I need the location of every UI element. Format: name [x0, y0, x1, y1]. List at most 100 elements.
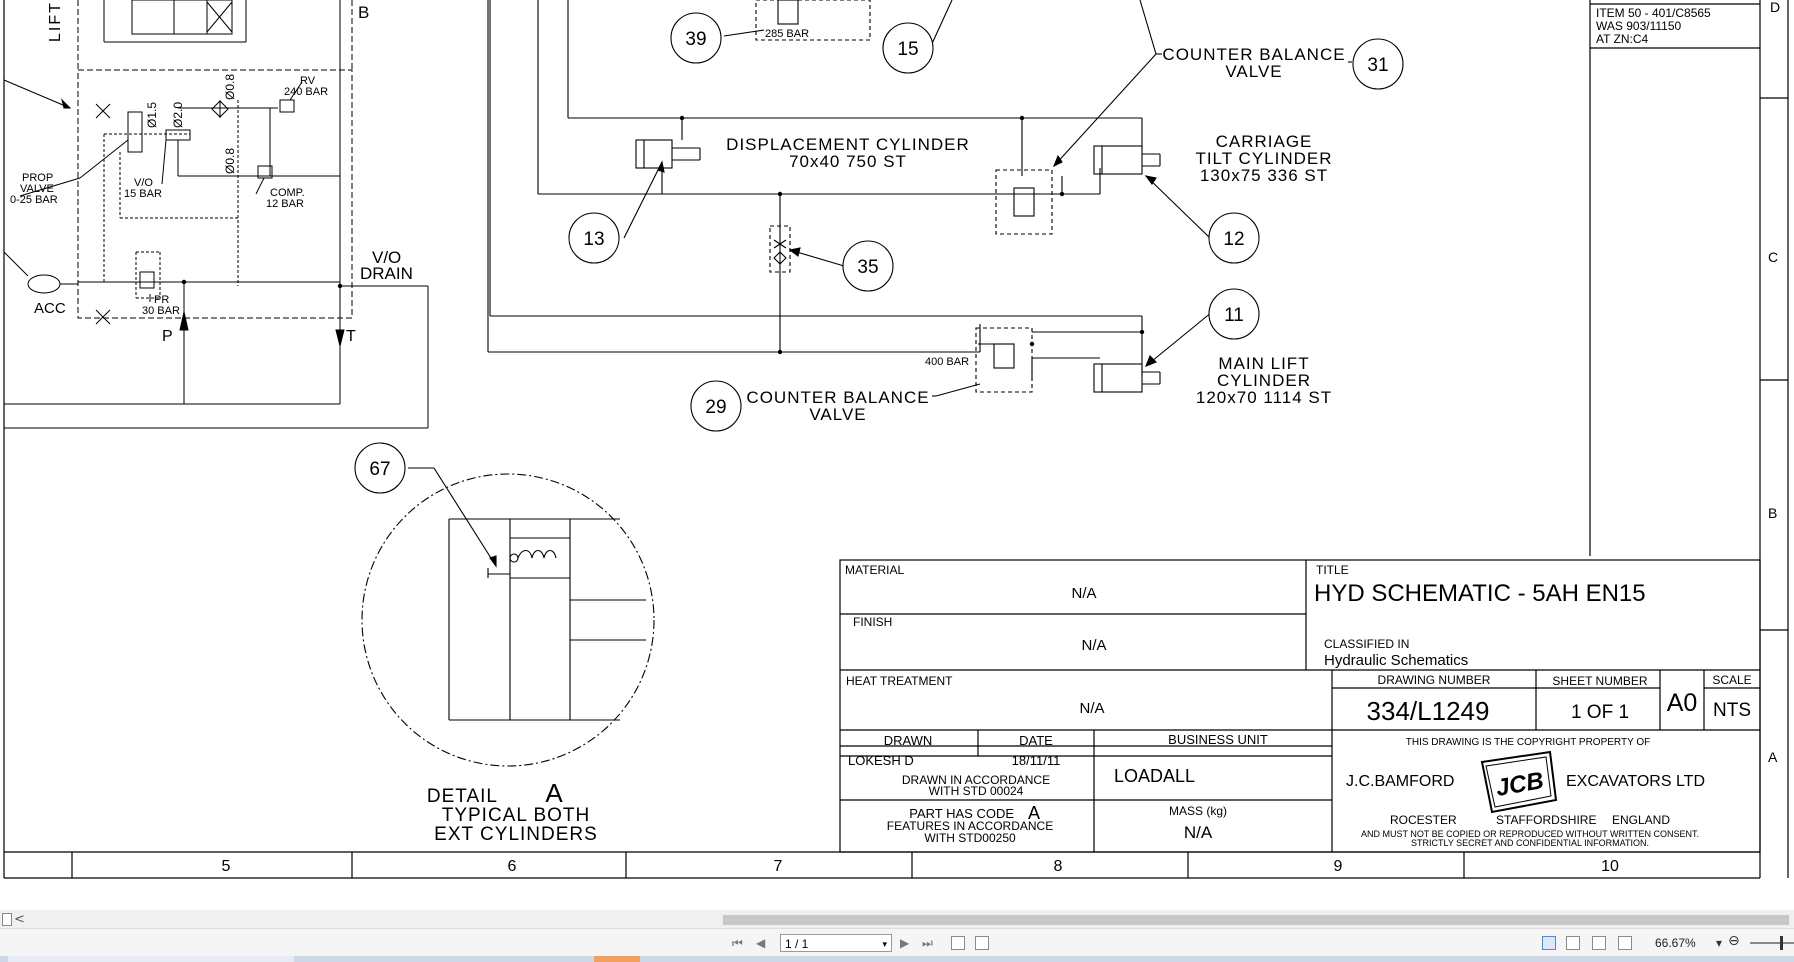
horizontal-scrollbar[interactable]: < [0, 910, 1794, 928]
two-page-continuous-icon[interactable] [1618, 936, 1632, 950]
drawn-std-line-2: WITH STD 00024 [929, 784, 1024, 798]
detail-note-1: TYPICAL BOTH [442, 805, 591, 826]
date-label: DATE [1019, 733, 1053, 748]
first-page-button[interactable]: ⏮ [732, 935, 743, 951]
balloon-67: 67 [369, 459, 390, 480]
detail-label: DETAIL [427, 786, 498, 807]
zoom-dropdown-icon[interactable]: ▾ [1716, 935, 1722, 951]
balloon-11: 11 [1224, 305, 1244, 326]
business-unit-value: LOADALL [1114, 766, 1195, 786]
revision-line-1: ITEM 50 - 401/C8565 [1596, 6, 1711, 20]
scroll-thumb[interactable] [723, 915, 1789, 925]
balloon-39: 39 [685, 29, 706, 50]
counter-balance-top-label-2: VALVE [1225, 62, 1282, 81]
zoom-slider[interactable] [1750, 936, 1794, 950]
prev-page-button[interactable]: ◀ [756, 935, 765, 951]
displacement-cylinder-size: 70x40 750 ST [789, 152, 907, 171]
zone-col-10: 10 [1601, 858, 1619, 875]
balloon-13: 13 [583, 229, 604, 250]
drawn-label: DRAWN [884, 733, 933, 748]
acc-label: ACC [34, 300, 66, 317]
continuous-view-icon[interactable] [1566, 936, 1580, 950]
pr-label-2: 30 BAR [142, 305, 180, 317]
zone-col-9: 9 [1334, 858, 1343, 875]
detail-letter: A [545, 778, 563, 808]
tilt-cylinder-size: 130x75 336 ST [1200, 166, 1328, 185]
orifice-0-8a-label: Ø0.8 [223, 74, 237, 100]
sheet-number-value: 1 OF 1 [1571, 702, 1629, 723]
vo-label-2: 15 BAR [124, 188, 162, 200]
zone-row-a: A [1768, 749, 1778, 765]
orifice-0-8b-label: Ø0.8 [223, 148, 237, 174]
page-indicator: 1 / 1 [785, 937, 809, 951]
schematic-drawing: 39 15 31 13 35 12 11 29 67 LIFT B RV 240… [3, 0, 1789, 879]
county-label: STAFFORDSHIRE [1496, 813, 1596, 827]
drawing-title: HYD SCHEMATIC - 5AH EN15 [1314, 580, 1646, 607]
zone-col-5: 5 [222, 858, 231, 875]
two-page-view-icon[interactable] [1592, 936, 1606, 950]
copy-notice-2: STRICTLY SECRET AND CONFIDENTIAL INFORMA… [1411, 838, 1649, 848]
rv-pressure-label: 240 BAR [284, 86, 328, 98]
zone-b-marker: B [358, 3, 369, 22]
revision-line-2: WAS 903/11150 [1596, 19, 1681, 33]
page-dropdown-icon: ▾ [882, 939, 887, 949]
zone-col-8: 8 [1054, 858, 1063, 875]
date-value: 18/11/11 [1012, 753, 1061, 768]
orifice-2-0-label: Ø2.0 [171, 102, 185, 128]
jcb-logo-text: JCB [1494, 767, 1546, 802]
fit-page-icon[interactable] [951, 936, 965, 950]
page-selector[interactable]: 1 / 1 ▾ [780, 934, 892, 952]
scale-label: SCALE [1712, 673, 1751, 687]
zone-row-c: C [1768, 249, 1778, 265]
mass-label: MASS (kg) [1169, 804, 1227, 818]
p-port-label: P [162, 328, 173, 345]
vo-drain-label-2: DRAIN [360, 264, 413, 283]
code-note-2: WITH STD00250 [924, 831, 1016, 845]
taskbar-strip [0, 956, 1794, 962]
company-name-right: EXCAVATORS LTD [1566, 773, 1705, 790]
zoom-level[interactable]: 66.67% [1655, 936, 1696, 950]
drawing-number-value: 334/L1249 [1367, 696, 1490, 726]
scroll-left-button[interactable]: < [14, 912, 25, 927]
285-bar-label: 285 BAR [765, 28, 809, 40]
balloon-35: 35 [857, 257, 878, 278]
jcb-logo: JCB [1480, 750, 1558, 814]
drawing-canvas[interactable]: 39 15 31 13 35 12 11 29 67 LIFT B RV 240… [0, 0, 1794, 910]
zone-col-7: 7 [774, 858, 783, 875]
zone-row-b: B [1768, 505, 1777, 521]
next-page-button[interactable]: ▶ [900, 935, 909, 951]
zone-row-d: D [1770, 0, 1780, 15]
taskbar-tab-highlight[interactable] [594, 956, 640, 962]
zoom-out-button[interactable]: ⊖ [1728, 933, 1740, 949]
material-label: MATERIAL [845, 563, 904, 577]
prop-valve-label-3: 0-25 BAR [10, 194, 58, 206]
comp-label-2: 12 BAR [266, 198, 304, 210]
copyright-notice: THIS DRAWING IS THE COPYRIGHT PROPERTY O… [1406, 737, 1650, 748]
zoom-slider-knob[interactable] [1780, 936, 1783, 950]
detail-note-2: EXT CYLINDERS [434, 824, 598, 845]
last-page-button[interactable]: ⏭ [922, 935, 933, 951]
balloon-12: 12 [1223, 229, 1244, 250]
finish-label: FINISH [853, 615, 892, 629]
400-bar-label: 400 BAR [925, 356, 969, 368]
sheet-size: A0 [1667, 689, 1698, 717]
balloon-31: 31 [1367, 55, 1388, 76]
town-label: ROCESTER [1390, 813, 1457, 827]
sheet-number-label: SHEET NUMBER [1552, 674, 1647, 688]
drawn-by-value: LOKESH D [848, 753, 914, 768]
viewer-statusbar: ⏮ ◀ 1 / 1 ▾ ▶ ⏭ 66.67% ▾ ⊖ [0, 928, 1794, 957]
single-page-view-icon[interactable] [1542, 936, 1556, 950]
drawing-number-label: DRAWING NUMBER [1378, 673, 1491, 687]
zone-col-6: 6 [508, 858, 517, 875]
country-label: ENGLAND [1612, 813, 1670, 827]
t-port-label: T [346, 328, 356, 345]
fit-width-icon[interactable] [975, 936, 989, 950]
heat-treatment-value: N/A [1079, 700, 1104, 717]
taskbar-tab[interactable] [8, 956, 294, 962]
scale-value: NTS [1713, 700, 1751, 721]
company-name-left: J.C.BAMFORD [1346, 773, 1454, 790]
finish-value: N/A [1081, 637, 1106, 654]
main-lift-cylinder-size: 120x70 1114 ST [1196, 388, 1332, 407]
revision-line-3: AT ZN:C4 [1596, 32, 1649, 46]
page-corner-icon [2, 913, 12, 926]
